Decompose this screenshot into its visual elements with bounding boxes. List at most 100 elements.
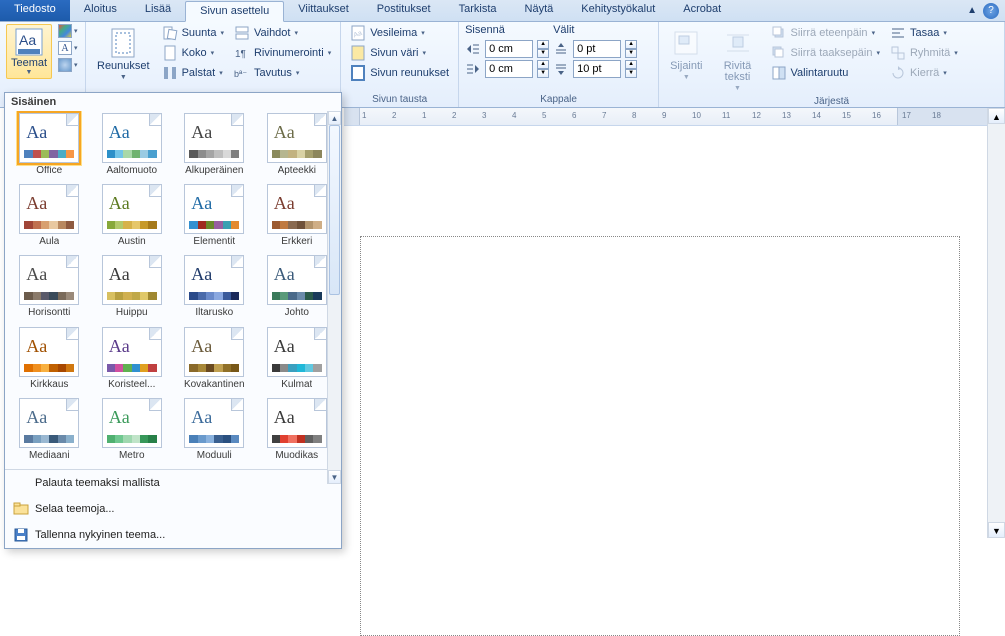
theme-erkkeri[interactable]: Aa Erkkeri [261,184,334,247]
size-button[interactable]: Koko ▾ [159,44,227,62]
theme-alkuper-inen[interactable]: Aa Alkuperäinen [178,113,251,176]
space-after-input[interactable] [573,60,621,78]
margins-button[interactable]: Reunukset ▼ [92,24,155,84]
theme-aula[interactable]: Aa Aula [13,184,86,247]
theme-mediaani[interactable]: Aa Mediaani [13,398,86,461]
help-icon[interactable]: ? [983,3,999,19]
indent-right-input[interactable] [485,60,533,78]
tab-file[interactable]: Tiedosto [0,0,70,21]
breaks-button[interactable]: Vaihdot ▾ [231,24,334,42]
theme-koristeel-[interactable]: Aa Koristeel... [96,327,169,390]
hyphenation-button[interactable]: bª⁻Tavutus ▾ [231,64,334,82]
pagecolor-button[interactable]: Sivun väri ▾ [347,44,452,62]
tab-references[interactable]: Viittaukset [284,0,363,21]
theme-muodikas[interactable]: Aa Muodikas [261,398,334,461]
position-button[interactable]: Sijainti▼ [665,24,707,84]
theme-elementit[interactable]: Aa Elementit [178,184,251,247]
spin-down[interactable]: ▼ [537,49,549,58]
theme-austin[interactable]: Aa Austin [96,184,169,247]
sendback-button[interactable]: Siirrä taaksepäin ▾ [768,44,883,62]
theme-label: Alkuperäinen [185,165,243,176]
theme-kirkkaus[interactable]: Aa Kirkkaus [13,327,86,390]
align-label: Tasaa [910,27,939,39]
horizontal-ruler[interactable]: 12123456789101112131415161718 [344,108,1005,126]
scroll-up-icon[interactable]: ▲ [328,111,341,125]
scroll-thumb[interactable] [329,125,340,295]
scroll-down-icon[interactable]: ▼ [988,522,1005,538]
scroll-up-icon[interactable]: ▲ [988,108,1005,124]
theme-effects-button[interactable]: ▾ [58,58,78,72]
spin-down[interactable]: ▼ [537,69,549,78]
ruler-tick: 2 [392,111,396,120]
tab-pagelayout[interactable]: Sivun asettelu [185,1,284,22]
watermark-icon: Aa [350,25,366,41]
orientation-button[interactable]: Suunta ▾ [159,24,227,42]
document-area: 12123456789101112131415161718 ▲ ▼ [344,108,1005,538]
watermark-button[interactable]: AaVesileima ▾ [347,24,452,42]
group-button[interactable]: Ryhmitä ▾ [887,44,961,62]
theme-office[interactable]: Aa Office [13,113,86,176]
tab-view[interactable]: Näytä [511,0,568,21]
spin-down[interactable]: ▼ [625,49,637,58]
minimize-ribbon-icon[interactable]: ▲ [967,5,977,16]
margins-label: Reunukset [97,61,150,72]
spin-up[interactable]: ▲ [625,60,637,69]
indent-right-icon [465,61,481,77]
vertical-scrollbar[interactable]: ▲ ▼ [987,108,1005,538]
columns-button[interactable]: Palstat ▾ [159,64,227,82]
theme-apteekki[interactable]: Aa Apteekki [261,113,334,176]
tab-developer[interactable]: Kehitystyökalut [567,0,669,21]
pageborders-button[interactable]: Sivun reunukset [347,64,452,82]
tab-home[interactable]: Aloitus [70,0,131,21]
theme-label: Austin [118,236,146,247]
tab-review[interactable]: Tarkista [445,0,511,21]
spin-up[interactable]: ▲ [537,40,549,49]
rotate-button[interactable]: Kierrä ▾ [887,64,961,82]
theme-huippu[interactable]: Aa Huippu [96,255,169,318]
scroll-down-icon[interactable]: ▼ [328,470,341,484]
ruler-tick: 9 [662,111,666,120]
selectionpane-button[interactable]: Valintaruutu [768,64,883,82]
theme-label: Apteekki [278,165,316,176]
theme-iltarusko[interactable]: Aa Iltarusko [178,255,251,318]
save-theme-item[interactable]: Tallenna nykyinen teema... [5,522,341,548]
tab-mailings[interactable]: Postitukset [363,0,445,21]
spin-up[interactable]: ▲ [625,40,637,49]
theme-colors-button[interactable]: ▾ [58,24,78,38]
save-icon [13,527,29,543]
ribbon-tabs: Tiedosto Aloitus Lisää Sivun asettelu Vi… [0,0,1005,22]
theme-horisontti[interactable]: Aa Horisontti [13,255,86,318]
bringforward-button[interactable]: Siirrä eteenpäin ▾ [768,24,883,42]
theme-johto[interactable]: Aa Johto [261,255,334,318]
theme-moduuli[interactable]: Aa Moduuli [178,398,251,461]
align-button[interactable]: Tasaa ▾ [887,24,961,42]
themes-icon: Aa [14,27,44,57]
group-label: Ryhmitä [910,47,950,59]
theme-kulmat[interactable]: Aa Kulmat [261,327,334,390]
page[interactable] [360,236,960,636]
indent-left-input[interactable] [485,40,533,58]
linenumbers-button[interactable]: 1¶Rivinumerointi ▾ [231,44,334,62]
spin-up[interactable]: ▲ [537,60,549,69]
gallery-scrollbar[interactable]: ▲ ▼ [327,111,341,484]
themes-button[interactable]: Aa Teemat ▼ [6,24,52,79]
breaks-label: Vaihdot [254,27,291,39]
theme-aaltomuoto[interactable]: Aa Aaltomuoto [96,113,169,176]
spin-down[interactable]: ▼ [625,69,637,78]
wrap-button[interactable]: Rivitä teksti▼ [712,24,764,95]
theme-fonts-button[interactable]: A▾ [58,41,78,55]
tab-acrobat[interactable]: Acrobat [669,0,735,21]
margins-icon [107,27,139,59]
browse-themes-item[interactable]: Selaa teemoja... [5,496,341,522]
bringforward-label: Siirrä eteenpäin [791,27,868,39]
align-icon [890,25,906,41]
space-before-input[interactable] [573,40,621,58]
theme-metro[interactable]: Aa Metro [96,398,169,461]
reset-theme-item[interactable]: Palauta teemaksi mallista [5,470,341,496]
theme-kovakantinen[interactable]: Aa Kovakantinen [178,327,251,390]
chevron-down-icon: ▼ [683,74,690,81]
ruler-tick: 7 [602,111,606,120]
pagebg-group-label: Sivun tausta [347,93,452,107]
selectionpane-icon [771,65,787,81]
tab-insert[interactable]: Lisää [131,0,185,21]
